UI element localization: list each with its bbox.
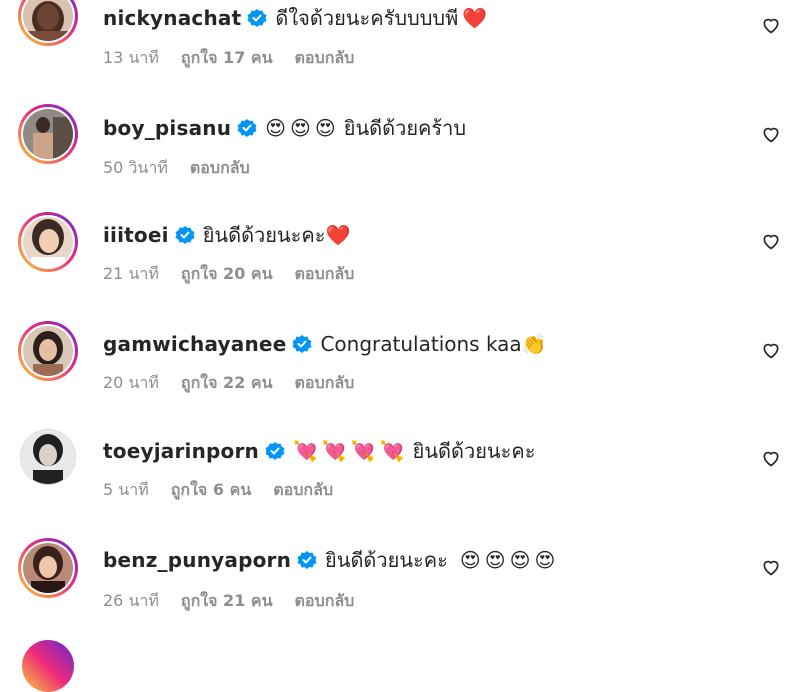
comment-time[interactable]: 5 นาที <box>103 478 149 503</box>
verified-badge-icon <box>247 8 267 28</box>
comment-text: ยินดีด้วยนะคะ <box>202 223 326 247</box>
verified-badge-icon <box>297 550 317 570</box>
comment-username[interactable]: benz_punyaporn <box>103 548 291 572</box>
emoji: 😍 <box>509 548 531 572</box>
reply-button[interactable]: ตอบกลับ <box>295 46 355 71</box>
emoji: 😍 <box>265 116 287 140</box>
heart-outline-icon[interactable] <box>760 447 782 469</box>
emoji: 💘 <box>379 439 405 463</box>
reply-button[interactable]: ตอบกลับ <box>295 371 355 396</box>
emoji: 😍 <box>314 116 336 140</box>
avatar[interactable] <box>18 538 78 598</box>
comment-username[interactable]: nickynachat <box>103 6 241 30</box>
reply-button[interactable]: ตอบกลับ <box>295 589 355 614</box>
comment-time[interactable]: 20 นาที <box>103 371 159 396</box>
avatar-photo <box>21 430 75 484</box>
comment-username[interactable]: gamwichayanee <box>103 332 286 356</box>
avatar[interactable] <box>18 0 78 46</box>
comment-likes[interactable]: ถูกใจ 22 คน <box>181 371 273 396</box>
comment-likes[interactable]: ถูกใจ 17 คน <box>181 46 273 71</box>
verified-badge-icon <box>237 118 257 138</box>
comment-item: gamwichayanee Congratulations kaa 👏 20 น… <box>0 305 800 413</box>
comment-list: nickynachat ดีใจด้วยนะครับบบบพี ❤️ 13 นา… <box>0 0 800 692</box>
emoji: ❤️ <box>462 6 488 30</box>
avatar-photo <box>23 217 73 267</box>
avatar[interactable] <box>20 429 76 485</box>
comment-time[interactable]: 21 นาที <box>103 262 159 287</box>
heart-outline-icon[interactable] <box>760 123 782 145</box>
avatar-photo <box>23 109 73 159</box>
comment-likes[interactable]: ถูกใจ 20 คน <box>181 262 273 287</box>
verified-badge-icon <box>292 334 312 354</box>
avatar-photo <box>23 543 73 593</box>
emoji: 😍 <box>290 116 311 140</box>
emoji: 💘 <box>350 439 376 463</box>
avatar[interactable] <box>18 104 78 164</box>
avatar[interactable] <box>22 640 74 692</box>
emoji: 😍 <box>459 548 481 572</box>
verified-badge-icon <box>265 441 285 461</box>
comment-item: boy_pisanu 😍 😍 😍 ยินดีด้วยคร้าบ 50 วินาท… <box>0 88 800 196</box>
emoji: 😍 <box>484 548 506 572</box>
reply-button[interactable]: ตอบกลับ <box>190 156 250 181</box>
verified-badge-icon <box>175 225 195 245</box>
comment-time[interactable]: 13 นาที <box>103 46 159 71</box>
avatar-photo <box>23 0 73 41</box>
emoji: ❤️ <box>325 223 351 247</box>
comment-text: ยินดีด้วยคร้าบ <box>343 116 467 140</box>
comment-likes[interactable]: ถูกใจ 21 คน <box>181 589 273 614</box>
heart-outline-icon[interactable] <box>760 230 782 252</box>
comment-item: toeyjarinporn 💘 💘 💘 💘 ยินดีด้วยนะคะ 5 นา… <box>0 413 800 521</box>
reply-button[interactable]: ตอบกลับ <box>295 262 355 287</box>
comment-username[interactable]: iiitoei <box>103 223 169 247</box>
comment-text: ยินดีด้วยนะคะ <box>412 439 536 463</box>
comment-likes[interactable]: ถูกใจ 6 คน <box>171 478 251 503</box>
comment-item: iiitoei ยินดีด้วยนะคะ ❤️ 21 นาที ถูกใจ 2… <box>0 196 800 304</box>
reply-button[interactable]: ตอบกลับ <box>273 478 333 503</box>
heart-outline-icon[interactable] <box>760 339 782 361</box>
comment-username[interactable]: boy_pisanu <box>103 116 231 140</box>
comment-time[interactable]: 26 นาที <box>103 589 159 614</box>
heart-outline-icon[interactable] <box>760 556 782 578</box>
avatar[interactable] <box>18 212 78 272</box>
emoji: 💘 <box>321 439 347 463</box>
comment-text: ยินดีด้วยนะคะ <box>325 548 448 572</box>
heart-outline-icon[interactable] <box>760 14 782 36</box>
emoji: 💘 <box>292 439 318 463</box>
comment-text: ดีใจด้วยนะครับบบบพี <box>275 6 459 30</box>
comment-item: nickynachat ดีใจด้วยนะครับบบบพี ❤️ 13 นา… <box>0 0 800 86</box>
avatar-photo <box>23 326 73 376</box>
avatar[interactable] <box>18 321 78 381</box>
comment-item: benz_punyaporn ยินดีด้วยนะคะ 😍 😍 😍 😍 26 … <box>0 522 800 630</box>
comment-username[interactable]: toeyjarinporn <box>103 439 259 463</box>
emoji: 👏 <box>521 332 547 356</box>
emoji: 😍 <box>534 548 556 572</box>
comment-text: Congratulations kaa <box>320 332 522 356</box>
comment-time[interactable]: 50 วินาที <box>103 156 168 181</box>
